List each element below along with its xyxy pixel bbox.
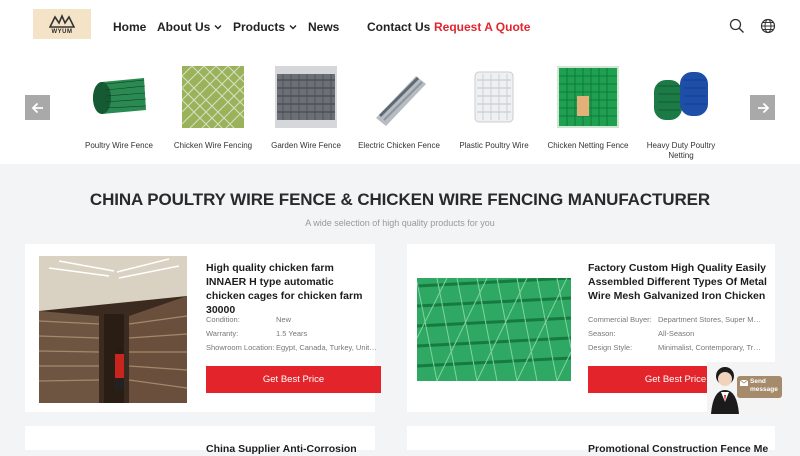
product-card[interactable]: High quality chicken farm INNAER H type … <box>25 244 381 412</box>
chat-label-line1: Send <box>750 378 766 385</box>
attr-value: All-Season <box>658 329 695 338</box>
nav-about-us-label: About Us <box>157 20 211 34</box>
nav-products-label: Products <box>233 20 286 34</box>
product-card[interactable]: Promotional Construction Fence Mesh <box>407 426 775 455</box>
product-attr: Design Style: Minimalist, Contemporary, T… <box>588 343 762 352</box>
logo-mark-icon <box>49 13 75 28</box>
nav-request-quote[interactable]: Request A Quote <box>434 20 530 34</box>
attr-key: Season: <box>588 329 616 338</box>
carousel-next-button[interactable] <box>750 95 775 120</box>
category-image <box>88 66 150 128</box>
chat-label-line2: message <box>750 386 778 393</box>
logo-text: WYUM <box>51 28 73 35</box>
product-title[interactable]: Factory Custom High Quality Easily Assem… <box>588 261 768 303</box>
category-item[interactable]: Garden Wire Fence <box>261 66 351 151</box>
category-label: Plastic Poultry Wire <box>459 141 529 150</box>
category-image <box>557 66 619 128</box>
nav-request-quote-label: Request A Quote <box>434 20 531 34</box>
globe-icon[interactable] <box>760 18 776 34</box>
category-image <box>368 66 430 128</box>
section-subtitle: A wide selection of high quality product… <box>305 218 495 228</box>
attr-key: Showroom Location: <box>206 343 275 352</box>
chevron-down-icon <box>289 25 297 30</box>
nav-home-label: Home <box>113 20 147 34</box>
category-item[interactable]: Heavy Duty Poultry Netting <box>636 66 726 161</box>
product-title[interactable]: Promotional Construction Fence Mesh <box>588 442 768 456</box>
nav-contact-us[interactable]: Contact Us <box>367 20 430 34</box>
category-label: Heavy Duty Poultry Netting <box>646 141 716 160</box>
chevron-down-icon <box>214 25 222 30</box>
category-item[interactable]: Plastic Poultry Wire <box>449 66 539 151</box>
category-label: Chicken Wire Fencing <box>173 141 253 150</box>
attr-key: Design Style: <box>588 343 633 352</box>
category-item[interactable]: Chicken Wire Fencing <box>168 65 258 151</box>
attr-key: Commercial Buyer: <box>588 315 652 324</box>
product-image <box>417 278 571 381</box>
attr-value: Egypt, Canada, Turkey, United ... <box>276 343 380 352</box>
nav-home[interactable]: Home <box>113 20 146 34</box>
product-title[interactable]: China Supplier Anti-Corrosion <box>206 442 371 456</box>
product-image <box>39 256 187 403</box>
product-attr: Condition: New <box>206 315 380 324</box>
nav-news-label: News <box>308 20 340 34</box>
product-attr: Commercial Buyer: Department Stores, Supe… <box>588 315 762 324</box>
product-card[interactable]: China Supplier Anti-Corrosion <box>25 426 375 455</box>
attr-value: 1.5 Years <box>276 329 308 338</box>
category-label: Garden Wire Fence <box>271 141 341 150</box>
category-label: Poultry Wire Fence <box>84 141 154 150</box>
attr-value: Minimalist, Contemporary, Tra... <box>658 343 762 352</box>
logo[interactable]: WYUM <box>33 9 91 39</box>
attr-value: New <box>276 315 292 324</box>
site-header: WYUM Home About Us Products News Contact… <box>0 0 800 54</box>
category-label: Chicken Netting Fence <box>547 141 629 150</box>
chat-label: Send message <box>750 378 778 394</box>
category-item[interactable]: Poultry Wire Fence <box>74 66 164 151</box>
category-image <box>650 66 712 128</box>
send-message-widget[interactable]: Send message <box>707 362 782 414</box>
category-label: Electric Chicken Fence <box>358 141 440 150</box>
product-attr: Showroom Location: Egypt, Canada, Turkey,… <box>206 343 380 352</box>
product-attr: Season: All-Season <box>588 329 762 338</box>
product-attr: Warranty: 1.5 Years <box>206 329 380 338</box>
arrow-left-icon <box>31 102 43 113</box>
category-image <box>181 65 245 129</box>
attr-key: Condition: <box>206 315 240 324</box>
arrow-right-icon <box>757 102 769 113</box>
category-item[interactable]: Chicken Netting Fence <box>543 66 633 151</box>
category-item[interactable]: Electric Chicken Fence <box>354 66 444 151</box>
nav-about-us[interactable]: About Us <box>157 20 222 34</box>
category-image <box>463 66 525 128</box>
section-title: CHINA POULTRY WIRE FENCE & CHICKEN WIRE … <box>89 190 711 209</box>
carousel-prev-button[interactable] <box>25 95 50 120</box>
nav-news[interactable]: News <box>308 20 339 34</box>
search-icon[interactable] <box>729 18 745 34</box>
category-image <box>275 66 337 128</box>
nav-contact-us-label: Contact Us <box>367 20 431 34</box>
category-carousel: Poultry Wire Fence Chicken Wire Fencing … <box>0 54 800 164</box>
nav-products[interactable]: Products <box>233 20 297 34</box>
get-best-price-button[interactable]: Get Best Price <box>206 366 381 393</box>
attr-value: Department Stores, Super Mar... <box>658 315 762 324</box>
attr-key: Warranty: <box>206 329 239 338</box>
product-title[interactable]: High quality chicken farm INNAER H type … <box>206 261 371 317</box>
